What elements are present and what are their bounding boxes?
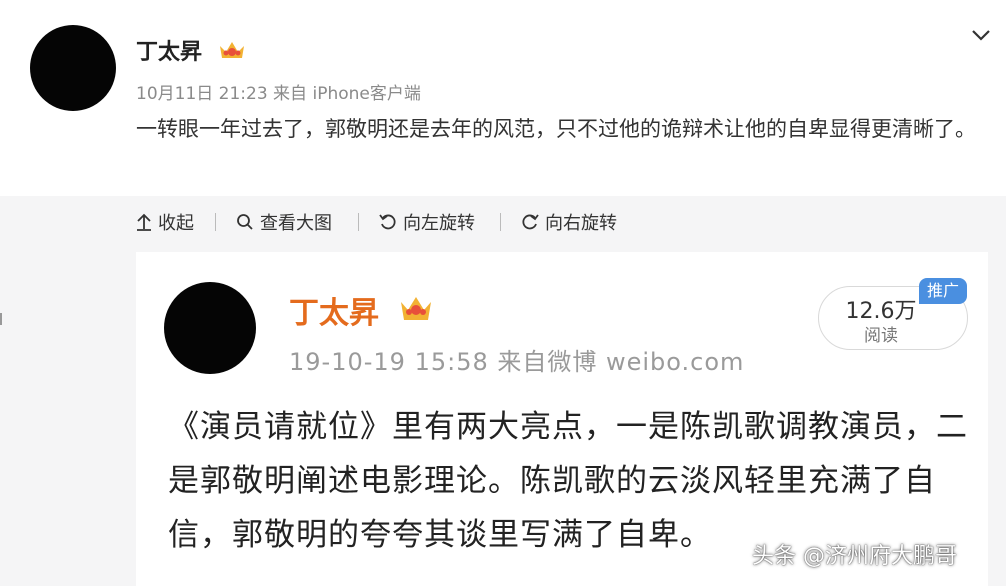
watermark: 头条 @济州府大鹏哥 xyxy=(752,544,957,569)
arrow-up-icon xyxy=(137,213,151,231)
author-name[interactable]: 丁太昇 xyxy=(136,34,202,66)
divider xyxy=(358,213,359,231)
rotate-left-icon xyxy=(379,214,396,230)
view-large-button[interactable]: 查看大图 xyxy=(236,208,332,236)
post-card: 丁太昇 10月11日 21:23 来自 iPhone客户端 一转眼一年过去了，郭… xyxy=(0,0,1006,196)
rotate-right-label: 向右旋转 xyxy=(545,213,617,234)
scroll-marker xyxy=(0,313,2,325)
embedded-author-name: 丁太昇 xyxy=(289,296,379,331)
divider xyxy=(500,213,501,231)
avatar[interactable] xyxy=(30,25,116,111)
view-large-label: 查看大图 xyxy=(260,213,332,234)
read-label: 阅读 xyxy=(864,326,898,346)
rotate-right-button[interactable]: 向右旋转 xyxy=(521,208,617,236)
embedded-screenshot[interactable]: 丁太昇 19-10-19 15:58 来自微博 weibo.com 12.6万 … xyxy=(136,252,988,586)
promo-badge: 推广 xyxy=(919,278,967,304)
post-text: 一转眼一年过去了，郭敬明还是去年的风范，只不过他的诡辩术让他的自卑显得更清晰了。 xyxy=(136,117,976,141)
vip-crown-icon xyxy=(220,42,244,58)
collapse-button[interactable]: 收起 xyxy=(136,208,194,236)
collapse-label: 收起 xyxy=(158,213,194,234)
chevron-down-icon[interactable] xyxy=(970,24,992,46)
rotate-left-label: 向左旋转 xyxy=(403,213,475,234)
search-icon xyxy=(237,214,253,230)
post-meta: 10月11日 21:23 来自 iPhone客户端 xyxy=(136,84,421,104)
embedded-avatar xyxy=(164,282,256,374)
divider xyxy=(215,213,216,231)
embedded-meta: 19-10-19 15:58 来自微博 weibo.com xyxy=(289,348,745,376)
rotate-right-icon xyxy=(522,214,539,230)
vip-crown-icon xyxy=(401,297,431,320)
rotate-left-button[interactable]: 向左旋转 xyxy=(379,208,475,236)
